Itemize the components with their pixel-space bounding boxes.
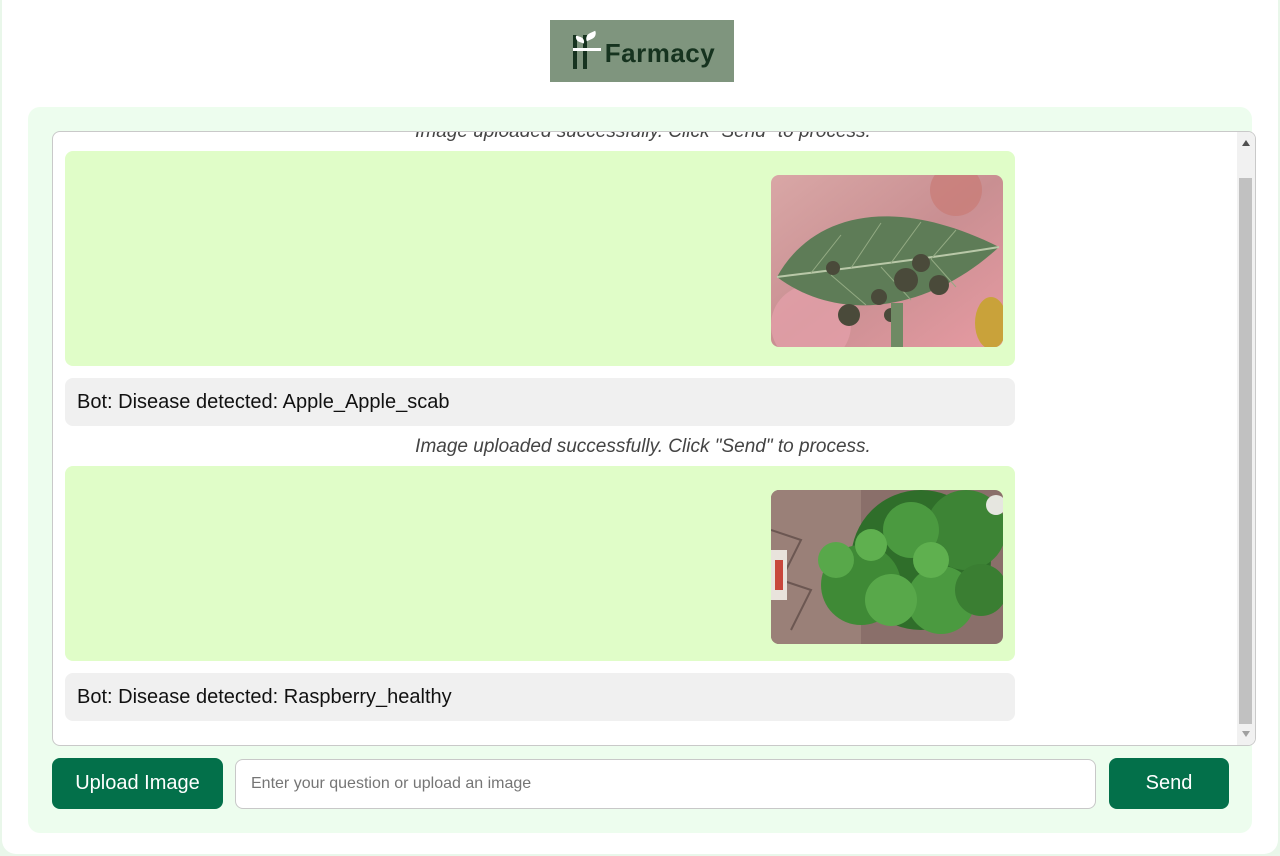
- image-message: [65, 151, 1015, 366]
- upload-image-button[interactable]: Upload Image: [52, 758, 223, 809]
- uploaded-image-apple-leaf: [771, 175, 1003, 347]
- image-message: [65, 466, 1015, 661]
- question-input[interactable]: [235, 759, 1096, 809]
- plant-logo-icon: [569, 30, 603, 71]
- bot-message: Bot: Disease detected: Raspberry_healthy: [65, 673, 1015, 721]
- upload-status-message: Image uploaded successfully. Click "Send…: [415, 436, 871, 457]
- scroll-down-arrow-icon[interactable]: [1242, 731, 1250, 737]
- chat-scrollbar[interactable]: [1237, 132, 1255, 745]
- bot-message: Bot: Disease detected: Apple_Apple_scab: [65, 378, 1015, 426]
- scroll-up-arrow-icon[interactable]: [1242, 140, 1250, 146]
- uploaded-image-raspberry-plant: [771, 490, 1003, 644]
- send-button[interactable]: Send: [1109, 758, 1229, 809]
- farmacy-logo: Farmacy: [550, 20, 734, 82]
- upload-status-message: Image uploaded successfully. Click "Send…: [415, 131, 871, 142]
- logo-text: Farmacy: [604, 37, 716, 68]
- chat-log[interactable]: Image uploaded successfully. Click "Send…: [52, 131, 1256, 746]
- scrollbar-thumb[interactable]: [1239, 178, 1252, 724]
